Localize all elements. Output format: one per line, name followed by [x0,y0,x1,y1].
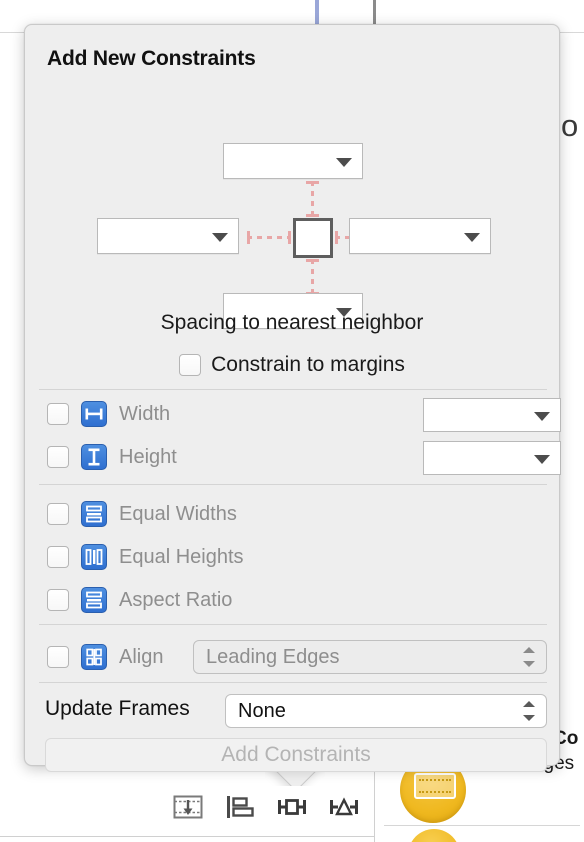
equal-widths-row[interactable]: Equal Widths [47,497,237,531]
chevron-updown-icon [523,701,535,721]
constrain-to-margins-checkbox[interactable] [179,354,202,376]
spacing-center-box [293,218,333,258]
update-frames-label: Update Frames [45,697,190,720]
width-checkbox[interactable] [47,403,69,425]
aspect-ratio-icon [81,587,107,613]
equal-widths-label: Equal Widths [119,502,237,525]
divider [39,484,547,485]
screen-root: o Co manages [0,0,584,842]
update-frames-value: None [238,699,286,722]
update-frames-icon [173,795,203,819]
strut-bottom [306,259,319,295]
auto-layout-toolbar [160,785,372,829]
aspect-ratio-checkbox[interactable] [47,589,69,611]
equal-widths-checkbox[interactable] [47,503,69,525]
width-label: Width [119,402,171,425]
constrain-to-margins-label: Constrain to margins [211,353,405,376]
divider [39,389,547,390]
align-label: Align [119,645,164,668]
spacing-cross-control [25,77,559,329]
view-controller-icon-secondary[interactable] [408,829,460,842]
equal-heights-row[interactable]: Equal Heights [47,540,244,574]
divider [39,682,547,683]
chevron-down-icon[interactable] [212,233,228,242]
chevron-down-icon[interactable] [534,412,550,421]
equal-widths-icon [81,501,107,527]
add-constraints-toolbar-button[interactable] [270,788,314,826]
width-constraint-row[interactable]: Width [47,397,170,431]
resolve-issues-icon [330,797,358,816]
chevron-down-icon[interactable] [336,158,352,167]
aspect-ratio-row[interactable]: Aspect Ratio [47,583,232,617]
height-constraint-row[interactable]: Height [47,440,177,474]
equal-heights-checkbox[interactable] [47,546,69,568]
spacing-trailing-input[interactable] [349,218,491,254]
height-checkbox[interactable] [47,446,69,468]
resolve-issues-toolbar-button[interactable] [322,788,366,826]
outline-row-divider [384,825,580,826]
divider [39,624,547,625]
align-icon [81,644,107,670]
align-selected-value: Leading Edges [206,645,340,668]
constrain-to-margins-row[interactable]: Constrain to margins [25,353,559,377]
align-checkbox[interactable] [47,646,69,668]
spacing-leading-input[interactable] [97,218,239,254]
align-row[interactable]: Align [47,640,163,674]
add-constraints-button[interactable]: Add Constraints [45,738,547,772]
background-text-o: o [561,108,579,143]
width-value-input[interactable] [423,398,561,432]
update-frames-select[interactable]: None [225,694,547,728]
view-controller-glyph [414,773,456,799]
spacing-caption: Spacing to nearest neighbor [160,311,424,334]
canvas-bottom-divider [0,836,374,837]
height-value-input[interactable] [423,441,561,475]
add-constraints-icon [278,799,306,815]
width-beam-icon [81,401,107,427]
strut-left [247,231,291,244]
chevron-down-icon[interactable] [534,455,550,464]
update-frames-toolbar-button[interactable] [166,788,210,826]
height-label: Height [119,445,177,468]
equal-heights-label: Equal Heights [119,545,244,568]
spacing-top-input[interactable] [223,143,363,179]
popover-title: Add New Constraints [47,47,256,70]
align-tool-icon [227,796,254,818]
chevron-updown-icon [523,647,535,667]
aspect-ratio-label: Aspect Ratio [119,588,233,611]
height-beam-icon [81,444,107,470]
strut-top [306,181,319,217]
equal-heights-icon [81,544,107,570]
chevron-down-icon[interactable] [464,233,480,242]
align-select[interactable]: Leading Edges [193,640,547,674]
add-new-constraints-popover: Add New Constraints Spacing to nearest n… [24,24,561,772]
align-toolbar-button[interactable] [218,788,262,826]
